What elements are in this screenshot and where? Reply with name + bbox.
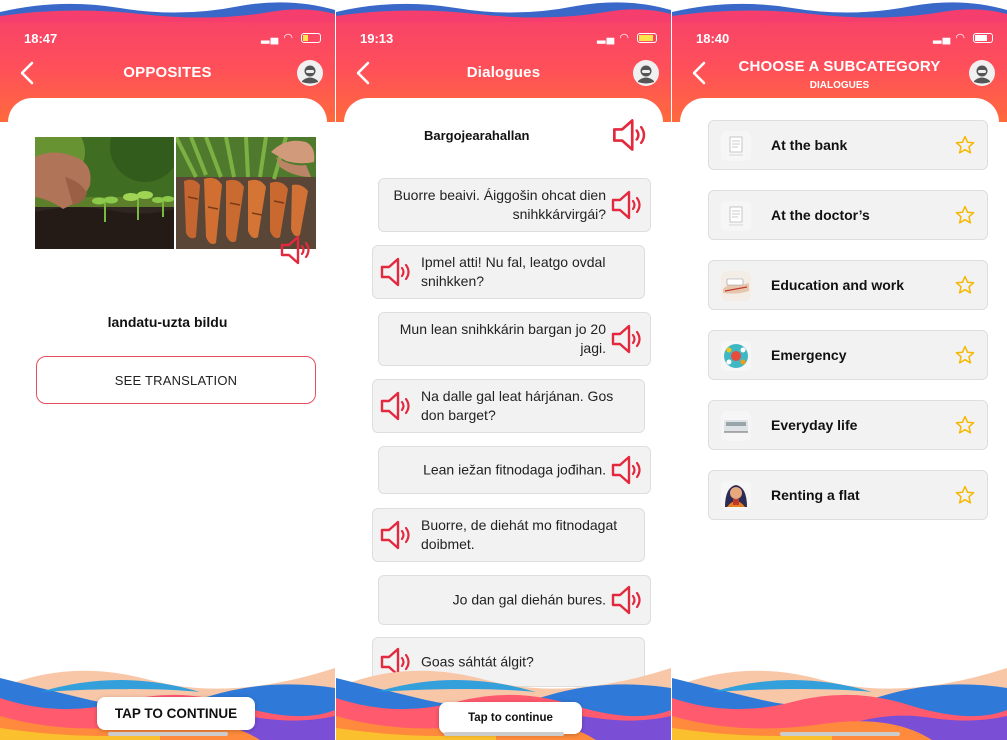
star-icon[interactable] [955, 345, 975, 365]
page-subtitle: DIALOGUES [809, 80, 870, 91]
dialogue-line[interactable]: Ipmel atti! Nu fal, leatgo ovdal snihkke… [372, 245, 645, 299]
wifi-icon: ◠ [619, 32, 630, 44]
speaker-icon[interactable] [610, 584, 644, 616]
dialogue-line[interactable]: Lean iežan fitnodaga jođihan. [378, 446, 651, 494]
decorative-top-wave [336, 0, 671, 22]
star-icon[interactable] [955, 415, 975, 435]
dialogue-heading: Bargojearahallan [424, 128, 530, 143]
page-title: CHOOSE A SUBCATEGORY [738, 58, 941, 75]
subcategory-label: At the bank [771, 137, 848, 153]
dialogue-line[interactable]: Na dalle gal leat hárjánan. Gos don barg… [372, 379, 645, 433]
chevron-left-icon [16, 60, 40, 86]
dialogue-line-text: Lean iežan fitnodaga jođihan. [423, 461, 606, 478]
page-title: OPPOSITES [123, 64, 212, 81]
speaker-icon[interactable] [610, 323, 644, 355]
status-icons: ▂▄ ◠ [597, 31, 657, 44]
signal-icon: ▂▄ [597, 32, 616, 44]
dialogue-line-text: Jo dan gal diehán bures. [452, 591, 606, 608]
subcategory-item[interactable]: Renting a flat [708, 470, 988, 520]
star-icon[interactable] [955, 135, 975, 155]
dialogues-screen: 19:13 ▂▄ ◠ Dialogues Bargojearahallan Bu… [336, 0, 671, 740]
decorative-top-wave [672, 0, 1007, 22]
see-translation-button[interactable]: SEE TRANSLATION [36, 356, 316, 404]
tap-to-continue-button[interactable]: TAP TO CONTINUE [97, 697, 255, 730]
subcategory-screen: 18:40 ▂▄ ◠ CHOOSE A SUBCATEGORY DIALOGUE… [672, 0, 1007, 740]
dialogue-line-text: Mun lean snihkkárin bargan jo 20 jagi. [399, 321, 606, 356]
speaker-icon[interactable] [379, 519, 413, 551]
subcategory-label: Emergency [771, 347, 847, 363]
battery-icon [973, 33, 993, 44]
avatar-icon [633, 60, 659, 86]
speaker-icon[interactable] [379, 390, 413, 422]
dialogue-line-text: Ipmel atti! Nu fal, leatgo ovdal snihkke… [421, 254, 606, 289]
dialogue-line-text: Buorre, de diehát mo fitnodagat doibmet. [421, 517, 618, 552]
subcategory-label: Education and work [771, 277, 905, 293]
subcategory-item[interactable]: At the bank [708, 120, 988, 170]
dialogue-line[interactable]: Mun lean snihkkárin bargan jo 20 jagi. [378, 312, 651, 366]
chevron-left-icon [688, 60, 712, 86]
subcategory-label: Renting a flat [771, 487, 860, 503]
emergency-icon [721, 341, 751, 371]
home-indicator [443, 732, 564, 736]
signal-icon: ▂▄ [933, 32, 952, 44]
dialogue-line-text: Buorre beaivi. Áiggošin ohcat dien snihk… [393, 187, 606, 222]
battery-icon [301, 33, 321, 44]
harvested-carrots-image [176, 137, 316, 249]
subcategory-label: At the doctor’s [771, 207, 870, 223]
dialogue-line[interactable]: Jo dan gal diehán bures. [378, 575, 651, 625]
status-icons: ▂▄ ◠ [261, 31, 321, 44]
bank-document-icon [721, 131, 751, 161]
opposites-screen: 18:47 ▂▄ ◠ OPPOSITES landatu-uzta bildu … [0, 0, 335, 740]
word-text: landatu-uzta bildu [107, 314, 228, 330]
subcategory-item[interactable]: Education and work [708, 260, 988, 310]
speaker-icon[interactable] [610, 189, 644, 221]
doctor-document-icon [721, 201, 751, 231]
home-indicator [779, 732, 900, 736]
speaker-icon[interactable] [379, 256, 413, 288]
dialogue-line[interactable]: Buorre beaivi. Áiggošin ohcat dien snihk… [378, 178, 651, 232]
decorative-bottom-wave [672, 658, 1007, 740]
decorative-top-wave [0, 0, 335, 22]
wifi-icon: ◠ [955, 32, 966, 44]
back-button[interactable] [352, 60, 376, 86]
subcategory-item[interactable]: At the doctor’s [708, 190, 988, 240]
dialogue-line[interactable]: Buorre, de diehát mo fitnodagat doibmet. [372, 508, 645, 562]
speaker-icon[interactable] [611, 117, 649, 153]
status-time: 19:13 [360, 31, 394, 46]
star-icon[interactable] [955, 205, 975, 225]
page-title: Dialogues [466, 64, 541, 81]
home-indicator [107, 732, 228, 736]
status-icons: ▂▄ ◠ [933, 31, 993, 44]
status-time: 18:40 [696, 31, 730, 46]
profile-button[interactable] [297, 60, 323, 86]
chevron-left-icon [352, 60, 376, 86]
subcategory-item[interactable]: Emergency [708, 330, 988, 380]
status-time: 18:47 [24, 31, 58, 46]
speaker-icon[interactable] [279, 234, 313, 266]
planting-seedling-image [35, 137, 174, 249]
subcategory-label: Everyday life [771, 417, 858, 433]
star-icon[interactable] [955, 485, 975, 505]
avatar-icon [969, 60, 995, 86]
subcategory-item[interactable]: Everyday life [708, 400, 988, 450]
profile-button[interactable] [633, 60, 659, 86]
everyday-life-icon [721, 411, 751, 441]
speaker-icon[interactable] [610, 454, 644, 486]
avatar-icon [297, 60, 323, 86]
tap-to-continue-button[interactable]: Tap to continue [439, 702, 582, 734]
signal-icon: ▂▄ [261, 32, 280, 44]
star-icon[interactable] [955, 275, 975, 295]
battery-charging-icon [637, 33, 657, 44]
wifi-icon: ◠ [283, 32, 294, 44]
renting-flat-icon [721, 481, 751, 511]
back-button[interactable] [16, 60, 40, 86]
education-work-icon [721, 271, 751, 301]
profile-button[interactable] [969, 60, 995, 86]
back-button[interactable] [688, 60, 712, 86]
dialogue-line-text: Na dalle gal leat hárjánan. Gos don barg… [421, 388, 614, 423]
